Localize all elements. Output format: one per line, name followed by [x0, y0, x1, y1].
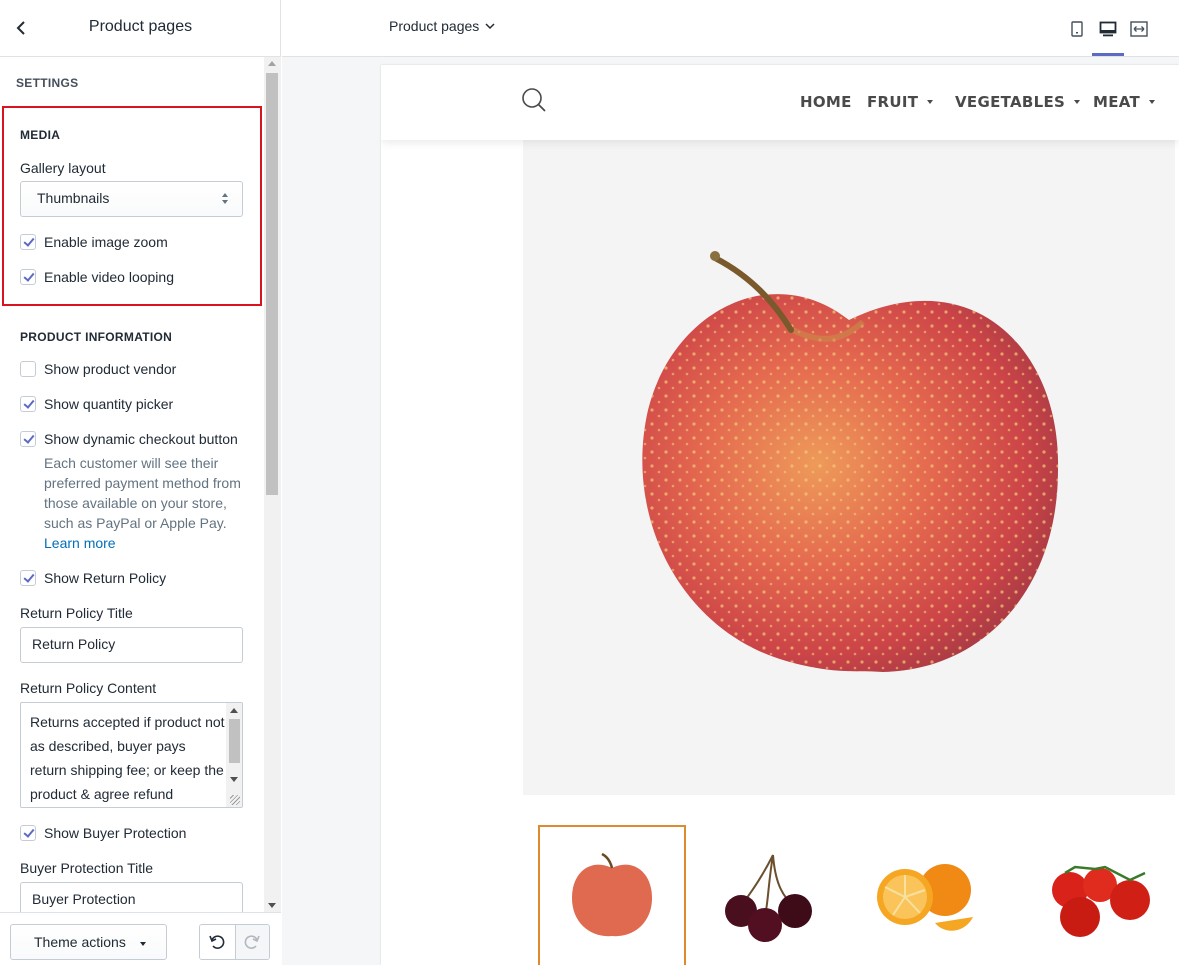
settings-label: SETTINGS — [16, 76, 79, 90]
editor-sidebar: Product pages SETTINGS MEDIA Gallery lay… — [0, 0, 281, 965]
cherries-thumbnail-image — [725, 854, 812, 942]
caret-down-icon — [139, 941, 146, 946]
buyer-protection-title-input[interactable]: Buyer Protection — [20, 882, 243, 912]
dynamic-checkout-label: Show dynamic checkout button — [44, 431, 238, 447]
sidebar-title: Product pages — [88, 18, 193, 35]
chevron-down-icon — [485, 22, 495, 29]
sidebar-footer: Theme actions — [0, 912, 281, 965]
desktop-view-icon — [1099, 21, 1117, 37]
return-policy-label: Show Return Policy — [44, 570, 167, 586]
apple-image — [642, 251, 1059, 672]
learn-more-link[interactable]: Learn more — [44, 535, 116, 551]
dynamic-checkout-checkbox[interactable] — [20, 431, 36, 447]
resize-handle[interactable] — [230, 795, 240, 805]
page-selector[interactable]: Product pages — [389, 18, 495, 34]
video-looping-option[interactable]: Enable video looping — [20, 267, 174, 287]
return-policy-title-label: Return Policy Title — [20, 605, 133, 621]
return-policy-content-label: Return Policy Content — [20, 680, 157, 696]
theme-actions-button[interactable]: Theme actions — [10, 924, 167, 960]
redo-button[interactable] — [234, 925, 269, 959]
desktop-view-button[interactable] — [1092, 14, 1124, 56]
textarea-scroll-thumb[interactable] — [229, 719, 240, 763]
gallery-layout-value: Thumbnails — [37, 190, 110, 206]
return-policy-option[interactable]: Show Return Policy — [20, 568, 166, 588]
quantity-picker-checkbox[interactable] — [20, 396, 36, 412]
dynamic-checkout-option[interactable]: Show dynamic checkout button — [20, 429, 238, 449]
mobile-view-button[interactable] — [1061, 14, 1093, 44]
thumbnail-apple[interactable] — [538, 825, 686, 965]
buyer-protection-title-label: Buyer Protection Title — [20, 860, 154, 876]
product-information-heading: PRODUCT INFORMATION — [20, 330, 173, 344]
menu-vegetables[interactable]: VEGETABLES — [955, 93, 1081, 111]
fullscreen-view-icon — [1130, 21, 1148, 37]
undo-icon — [209, 935, 225, 949]
return-policy-title-input[interactable]: Return Policy — [20, 627, 243, 663]
scroll-up-arrow-icon[interactable] — [230, 708, 238, 713]
return-policy-checkbox[interactable] — [20, 570, 36, 586]
product-main-image[interactable] — [523, 140, 1175, 795]
undo-button[interactable] — [200, 925, 235, 959]
mobile-view-icon — [1071, 21, 1083, 37]
undo-redo-group — [199, 924, 270, 960]
redo-icon — [244, 935, 260, 949]
return-policy-content-text: Returns accepted if product not as descr… — [30, 714, 225, 802]
buyer-protection-option[interactable]: Show Buyer Protection — [20, 823, 186, 843]
buyer-protection-label: Show Buyer Protection — [44, 825, 187, 841]
settings-panel[interactable]: SETTINGS MEDIA Gallery layout Thumbnails… — [0, 57, 264, 912]
product-vendor-checkbox[interactable] — [20, 361, 36, 377]
menu-fruit[interactable]: FRUIT — [867, 93, 934, 111]
image-zoom-label: Enable image zoom — [44, 234, 168, 250]
scroll-up-icon[interactable] — [268, 61, 276, 66]
menu-home-label: HOME — [800, 93, 852, 111]
sidebar-scroll-thumb[interactable] — [266, 73, 278, 495]
caret-down-icon — [927, 100, 934, 104]
page-selector-label: Product pages — [389, 18, 480, 34]
dynamic-checkout-help: Each customer will see their preferred p… — [44, 453, 244, 553]
scroll-down-icon[interactable] — [268, 903, 276, 908]
return-policy-content-textarea[interactable]: Returns accepted if product not as descr… — [20, 702, 243, 808]
quantity-picker-label: Show quantity picker — [44, 396, 174, 412]
video-looping-label: Enable video looping — [44, 269, 174, 285]
product-vendor-option[interactable]: Show product vendor — [20, 359, 176, 379]
image-zoom-checkbox[interactable] — [20, 234, 36, 250]
scroll-down-arrow-icon[interactable] — [230, 777, 238, 782]
textarea-scrollbar[interactable] — [226, 703, 242, 807]
tomatoes-thumbnail-image — [1052, 865, 1150, 937]
store-preview-frame[interactable]: HOME FRUIT VEGETABLES MEAT — [381, 65, 1179, 965]
theme-actions-label: Theme actions — [34, 934, 126, 950]
sidebar-header: Product pages — [0, 0, 281, 57]
quantity-picker-option[interactable]: Show quantity picker — [20, 394, 173, 414]
search-icon — [522, 88, 546, 112]
sidebar-scrollbar[interactable] — [264, 57, 281, 912]
caret-down-icon — [1074, 100, 1081, 104]
menu-meat-label: MEAT — [1093, 93, 1141, 111]
menu-meat[interactable]: MEAT — [1093, 93, 1156, 111]
store-search-button[interactable] — [521, 87, 547, 118]
thumbnail-cherries[interactable] — [694, 825, 842, 965]
media-heading: MEDIA — [20, 128, 61, 142]
menu-vegetables-label: VEGETABLES — [955, 93, 1066, 111]
apple-thumbnail-image — [572, 852, 652, 937]
menu-fruit-label: FRUIT — [867, 93, 919, 111]
fullscreen-view-button[interactable] — [1123, 14, 1155, 44]
product-vendor-label: Show product vendor — [44, 361, 177, 377]
dynamic-checkout-help-text: Each customer will see their preferred p… — [44, 455, 241, 531]
image-zoom-option[interactable]: Enable image zoom — [20, 232, 168, 252]
buyer-protection-checkbox[interactable] — [20, 825, 36, 841]
thumbnail-tomatoes[interactable] — [1026, 825, 1174, 965]
caret-down-icon — [1149, 100, 1156, 104]
menu-home[interactable]: HOME — [800, 93, 852, 111]
oranges-thumbnail-image — [877, 864, 973, 931]
preview-topbar: Product pages — [282, 0, 1179, 57]
thumbnail-oranges[interactable] — [851, 825, 999, 965]
gallery-layout-select[interactable]: Thumbnails — [20, 181, 243, 217]
video-looping-checkbox[interactable] — [20, 269, 36, 285]
store-navigation: HOME FRUIT VEGETABLES MEAT — [381, 65, 1179, 140]
gallery-layout-label: Gallery layout — [20, 160, 106, 176]
